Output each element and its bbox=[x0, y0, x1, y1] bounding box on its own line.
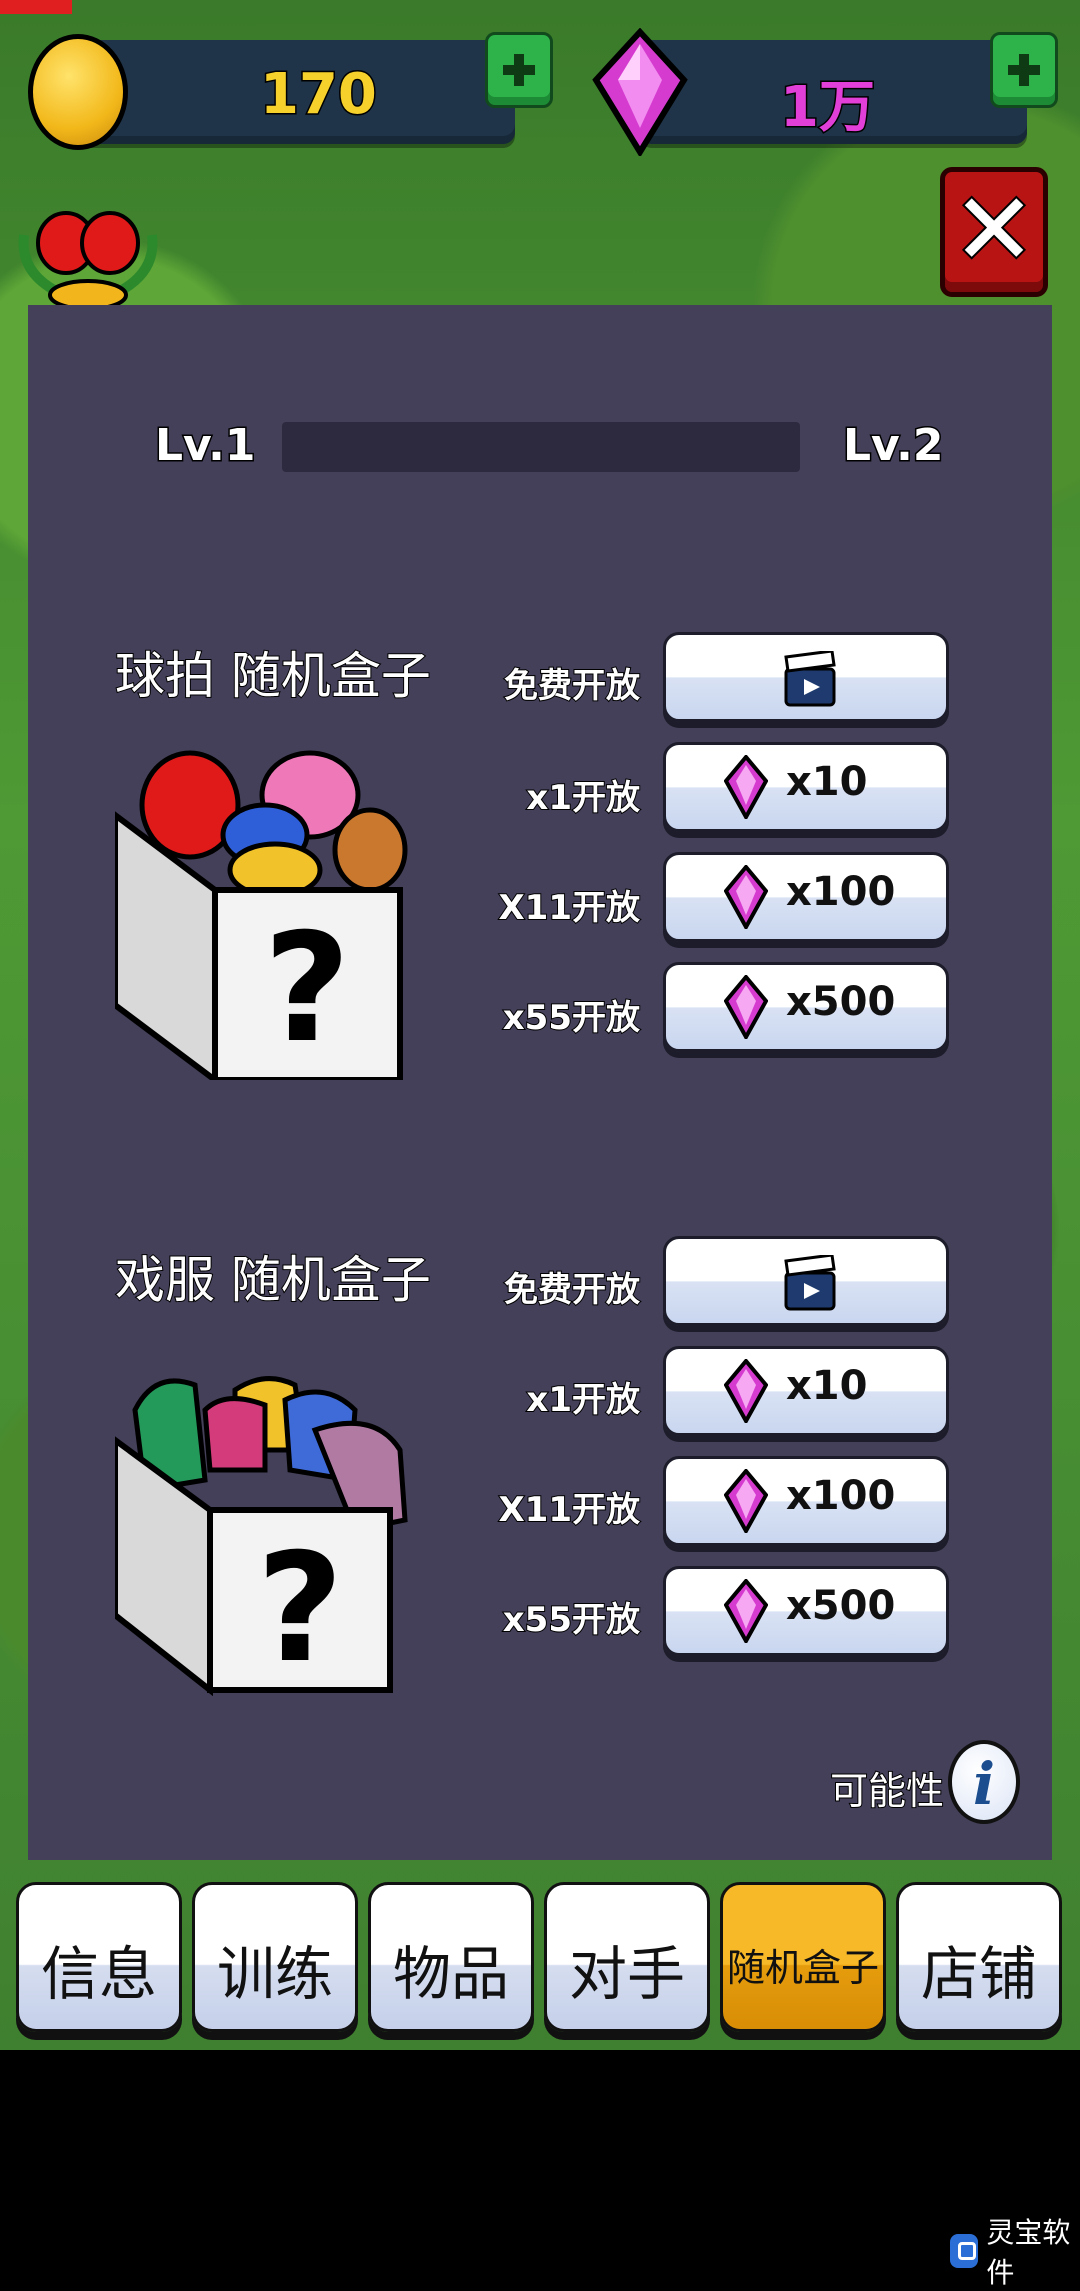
gem-icon bbox=[724, 865, 768, 929]
gem-icon bbox=[724, 755, 768, 819]
costume-box-title: 戏服 随机盒子 bbox=[114, 1250, 432, 1310]
paddle-x1-cost: x10 bbox=[786, 759, 868, 805]
paddle-mystery-box-icon: ? bbox=[115, 750, 408, 1080]
tab-label: 随机盒子 bbox=[726, 1946, 879, 1990]
next-level-label: Lv.2 bbox=[841, 419, 944, 473]
paddle-free-open-button[interactable] bbox=[663, 632, 949, 722]
tab-label: 物品 bbox=[392, 1940, 509, 2008]
add-coins-button[interactable] bbox=[485, 32, 553, 108]
paddle-x55-open-button[interactable]: x500 bbox=[663, 962, 949, 1052]
video-clapper-icon bbox=[784, 1255, 836, 1311]
costume-free-open-button[interactable] bbox=[663, 1236, 949, 1326]
paddle-x1-label: x1开放 bbox=[525, 777, 641, 819]
svg-text:?: ? bbox=[256, 1522, 343, 1696]
costume-x1-open-button[interactable]: x10 bbox=[663, 1346, 949, 1436]
costume-x55-cost: x500 bbox=[786, 1583, 896, 1629]
current-level-label: Lv.1 bbox=[153, 419, 256, 473]
paddle-box-title: 球拍 随机盒子 bbox=[114, 646, 432, 706]
costume-free-label: 免费开放 bbox=[503, 1269, 641, 1311]
costume-x55-open-button[interactable]: x500 bbox=[663, 1566, 949, 1656]
tab-label: 对手 bbox=[568, 1940, 685, 2008]
tab-random-box[interactable]: 随机盒子 bbox=[720, 1882, 886, 2032]
level-progress-bar bbox=[282, 422, 800, 472]
probability-info-button[interactable]: i bbox=[948, 1740, 1020, 1824]
tab-opponent[interactable]: 对手 bbox=[544, 1882, 710, 2032]
coin-amount: 170 bbox=[259, 61, 379, 129]
status-indicator bbox=[0, 0, 72, 14]
gem-counter: 1万 bbox=[640, 40, 1027, 144]
gem-amount: 1万 bbox=[779, 74, 877, 142]
tab-info[interactable]: 信息 bbox=[16, 1882, 182, 2032]
paddle-x11-open-button[interactable]: x100 bbox=[663, 852, 949, 942]
costume-x55-label: x55开放 bbox=[502, 1599, 641, 1641]
gem-icon bbox=[724, 975, 768, 1039]
probability-label: 可能性 bbox=[829, 1768, 945, 1814]
versus-badge-icon[interactable] bbox=[14, 205, 162, 305]
costume-mystery-box-icon: ? bbox=[115, 1376, 408, 1697]
costume-x11-cost: x100 bbox=[786, 1473, 896, 1519]
tab-training[interactable]: 训练 bbox=[192, 1882, 358, 2032]
paddle-x55-cost: x500 bbox=[786, 979, 896, 1025]
watermark-text: 灵宝软件 bbox=[986, 2216, 1071, 2289]
costume-x11-label: X11开放 bbox=[497, 1489, 641, 1531]
close-icon: ✕ bbox=[950, 171, 1038, 288]
info-icon: i bbox=[972, 1750, 996, 1818]
add-gems-button[interactable] bbox=[990, 32, 1058, 108]
tab-shop[interactable]: 店铺 bbox=[896, 1882, 1062, 2032]
coin-icon bbox=[28, 34, 128, 150]
watermark: 灵宝软件 bbox=[950, 2216, 1080, 2289]
video-clapper-icon bbox=[784, 651, 836, 707]
tab-items[interactable]: 物品 bbox=[368, 1882, 534, 2032]
costume-x1-label: x1开放 bbox=[525, 1379, 641, 1421]
costume-x11-open-button[interactable]: x100 bbox=[663, 1456, 949, 1546]
costume-x1-cost: x10 bbox=[786, 1363, 868, 1409]
paddle-x1-open-button[interactable]: x10 bbox=[663, 742, 949, 832]
tab-label: 店铺 bbox=[920, 1940, 1037, 2008]
tab-label: 信息 bbox=[40, 1940, 157, 2008]
tab-label: 训练 bbox=[216, 1940, 333, 2008]
watermark-logo-icon bbox=[950, 2234, 979, 2268]
gem-icon bbox=[724, 1579, 768, 1643]
paddle-free-label: 免费开放 bbox=[503, 665, 641, 707]
gem-icon bbox=[592, 28, 688, 156]
close-button[interactable]: ✕ bbox=[940, 167, 1048, 297]
paddle-x11-cost: x100 bbox=[786, 869, 896, 915]
coin-counter: 170 bbox=[60, 40, 515, 144]
gem-icon bbox=[724, 1359, 768, 1423]
svg-text:?: ? bbox=[263, 902, 350, 1076]
paddle-x55-label: x55开放 bbox=[502, 997, 641, 1039]
gem-icon bbox=[724, 1469, 768, 1533]
paddle-x11-label: X11开放 bbox=[497, 887, 641, 929]
